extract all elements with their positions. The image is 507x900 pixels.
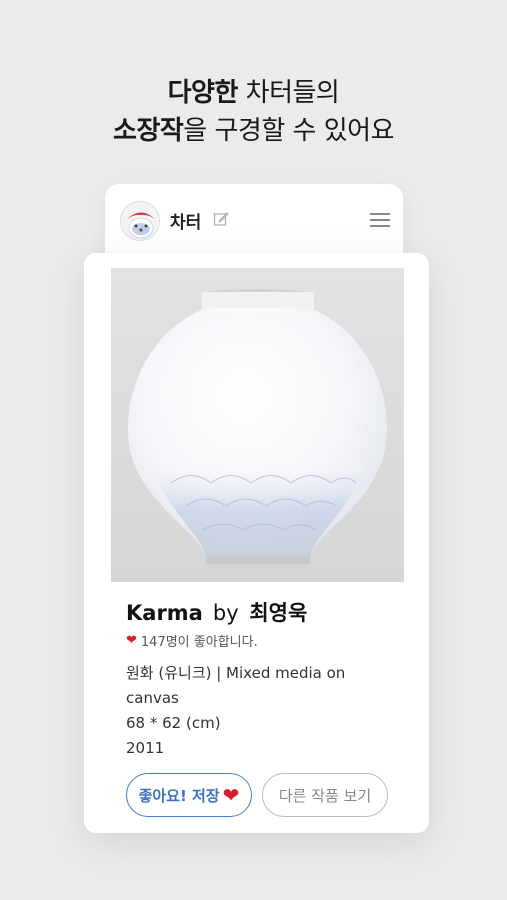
artwork-year: 2011 xyxy=(126,739,165,757)
headline-text-2: 을 구경할 수 있어요 xyxy=(183,116,394,146)
headline-text-1: 차터들의 xyxy=(237,78,340,108)
artwork-medium: 원화 (유니크) | Mixed media on canvas xyxy=(126,664,346,707)
artist-name[interactable]: 최영욱 xyxy=(249,601,307,625)
headline: 다양한 차터들의 소장작을 구경할 수 있어요 xyxy=(0,74,507,150)
edit-icon[interactable] xyxy=(213,211,229,227)
moon-jar-image xyxy=(111,268,404,582)
artwork-details: 원화 (유니크) | Mixed media on canvas 68 * 62… xyxy=(126,661,386,761)
heart-icon-red: ❤ xyxy=(222,783,240,807)
more-works-button[interactable]: 다른 작품 보기 xyxy=(262,773,388,817)
artwork-size: 68 * 62 (cm) xyxy=(126,714,221,732)
artwork-title-line: Karma by 최영욱 xyxy=(126,597,307,627)
more-works-label: 다른 작품 보기 xyxy=(278,786,372,805)
artwork-card[interactable]: Karma by 최영욱 ❤ 147명이 좋아합니다. 원화 (유니크) | Mi… xyxy=(84,253,429,833)
artwork-by: by xyxy=(212,601,239,625)
headline-bold-2: 소장작 xyxy=(113,116,184,146)
profile-name: 차터 xyxy=(170,213,202,233)
avatar[interactable] xyxy=(120,201,160,241)
likes-row: ❤ 147명이 좋아합니다. xyxy=(126,631,258,650)
heart-icon: ❤ xyxy=(126,633,137,648)
headline-line-1: 다양한 차터들의 xyxy=(0,74,507,112)
like-save-label: 좋아요! 저장 xyxy=(138,786,220,805)
artwork-title: Karma xyxy=(126,601,203,625)
headline-bold-1: 다양한 xyxy=(167,78,239,108)
headline-line-2: 소장작을 구경할 수 있어요 xyxy=(0,112,507,150)
artwork-image[interactable] xyxy=(111,268,404,582)
hamburger-menu-icon[interactable] xyxy=(369,211,391,229)
avatar-character-icon xyxy=(121,202,159,240)
likes-count: 147명이 좋아합니다. xyxy=(140,635,258,650)
like-save-button[interactable]: 좋아요! 저장 ❤ xyxy=(126,773,252,817)
